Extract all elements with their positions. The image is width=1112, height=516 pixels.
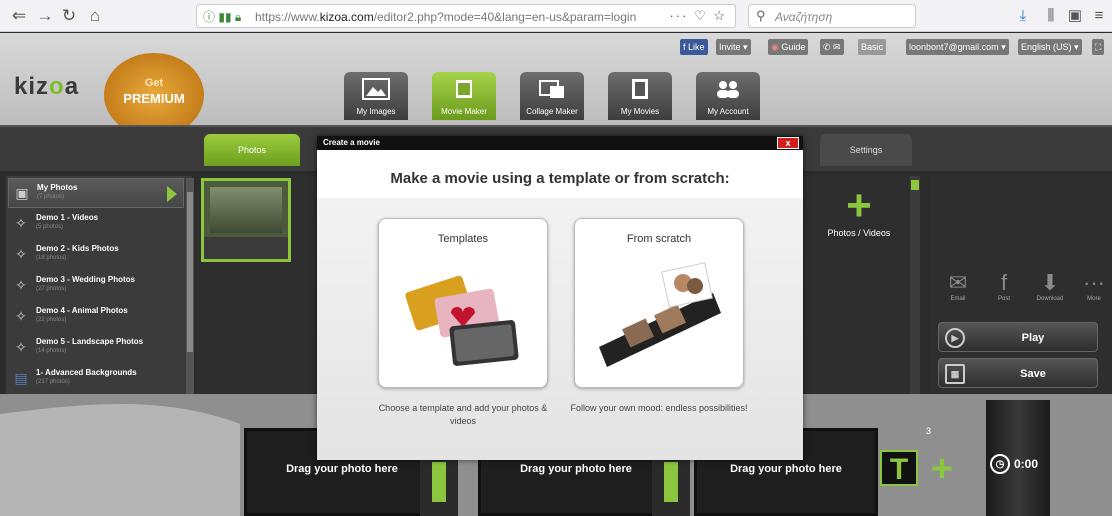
tab-collage-maker[interactable]: Collage Maker — [520, 72, 584, 120]
guide-button[interactable]: ◉ Guide — [768, 39, 809, 55]
photo-album-icon: ▣ — [15, 185, 29, 201]
search-icon: ⚲ — [756, 8, 766, 23]
background-icon: ▤ — [14, 370, 28, 386]
sidebar-icon[interactable]: ▣ — [1064, 6, 1086, 26]
account-email[interactable]: loonbont7@gmail.com ▾ — [906, 39, 1009, 55]
close-button[interactable]: x — [777, 137, 799, 149]
save-button[interactable]: ▦ Save — [938, 358, 1098, 388]
templates-illustration — [405, 275, 519, 366]
dialog-header: Create a movie — [317, 136, 803, 150]
album-scrollbar[interactable] — [186, 178, 194, 396]
templates-description: Choose a template and add your photos & … — [378, 403, 548, 426]
browser-toolbar: ⇐ → ↻ ⌂ ⓘ ▮▮ 🔒︎ https://www.kizoa.com/ed… — [0, 0, 1112, 32]
guide-icon: ◉ — [771, 42, 779, 52]
album-item-demo-wedding[interactable]: ✧ Demo 3 - Wedding Photos (27 photos) — [8, 271, 184, 301]
from-scratch-description: Follow your own mood: endless possibilit… — [570, 403, 748, 413]
forward-icon[interactable]: → — [34, 5, 56, 27]
album-item-demo-landscape[interactable]: ✧ Demo 5 - Landscape Photos (14 photos) — [8, 333, 184, 363]
url-bar[interactable]: ⓘ ▮▮ 🔒︎ https://www.kizoa.com/editor2.ph… — [196, 4, 736, 28]
tab-my-account[interactable]: My Account — [696, 72, 760, 120]
tab-my-movies[interactable]: My Movies — [608, 72, 672, 120]
slide-counter: 3 — [926, 426, 932, 436]
star-icon: ✧ — [15, 277, 27, 293]
dialog-title: Make a movie using a template or from sc… — [390, 170, 730, 187]
library-icon[interactable]: ⫼ — [1040, 6, 1062, 26]
tab-photos[interactable]: Photos — [204, 134, 300, 166]
tab-my-images[interactable]: My Images — [344, 72, 408, 120]
add-slide-button[interactable]: + — [924, 450, 960, 488]
add-photos-videos-button[interactable]: + Photos / Videos — [816, 184, 902, 258]
home-icon[interactable]: ⌂ — [84, 5, 106, 27]
download-icon[interactable]: ⤓ — [1012, 6, 1034, 26]
album-item-advanced-backgrounds[interactable]: ▤ 1- Advanced Backgrounds (217 photos) — [8, 364, 184, 394]
album-item-demo-kids[interactable]: ✧ Demo 2 - Kids Photos (18 photos) — [8, 240, 184, 270]
lock-icon: ⓘ ▮▮ 🔒︎ — [203, 10, 242, 24]
film-icon — [456, 80, 472, 98]
clock-icon: ◷ — [990, 454, 1010, 474]
url-text: https://www.kizoa.com/editor2.php?mode=4… — [255, 10, 637, 24]
more-button[interactable]: ··· More — [1076, 270, 1112, 308]
post-share-button[interactable]: f Post — [986, 270, 1022, 308]
download-arrow-icon: ⬇ — [1040, 270, 1060, 295]
create-movie-dialog: Create a movie x Make a movie using a te… — [317, 136, 803, 460]
star-icon: ✧ — [15, 339, 27, 355]
fullscreen-icon[interactable]: ⛶ — [1092, 39, 1105, 55]
reload-icon[interactable]: ↻ — [58, 5, 80, 27]
star-icon: ✧ — [15, 215, 27, 231]
kizoa-logo[interactable]: kizoa — [14, 73, 79, 101]
movie-reel-icon — [632, 79, 648, 99]
from-scratch-option[interactable]: From scratch — [574, 218, 744, 388]
play-button[interactable]: ▶ Play — [938, 322, 1098, 352]
facebook-icon: f — [1000, 270, 1008, 295]
album-item-my-photos[interactable]: ▣ My Photos (7 photos) — [8, 178, 184, 208]
photo-scrollbar[interactable] — [910, 176, 920, 394]
contact-button[interactable]: ✆ ✉ — [820, 39, 844, 55]
tab-movie-maker[interactable]: Movie Maker — [432, 72, 496, 120]
users-icon — [717, 81, 739, 98]
menu-icon[interactable]: ≡ — [1088, 6, 1110, 26]
tab-settings[interactable]: Settings — [820, 134, 912, 166]
photo-image — [210, 187, 282, 233]
email-icon: ✉ — [948, 270, 968, 295]
search-input[interactable]: ⚲ Αναζήτηση — [748, 4, 916, 28]
language-select[interactable]: English (US) ▾ — [1018, 39, 1082, 55]
photo-thumbnail[interactable] — [201, 178, 291, 262]
text-tool-button[interactable]: T — [880, 450, 918, 486]
url-actions[interactable]: ··· ♡ ☆ — [669, 8, 727, 24]
invite-button[interactable]: Invite ▾ — [716, 39, 751, 55]
image-icon — [362, 78, 390, 100]
album-list: ▣ My Photos (7 photos) ✧ Demo 1 - Videos… — [6, 176, 192, 394]
email-share-button[interactable]: ✉ Email — [940, 270, 976, 308]
star-icon: ✧ — [15, 246, 27, 262]
templates-option[interactable]: Templates — [378, 218, 548, 388]
facebook-like-button[interactable]: f Like — [680, 39, 708, 55]
album-item-demo-videos[interactable]: ✧ Demo 1 - Videos (5 photos) — [8, 209, 184, 239]
album-item-demo-animal[interactable]: ✧ Demo 4 - Animal Photos (22 photos) — [8, 302, 184, 332]
duration-display: ◷ 0:00 — [990, 452, 1048, 478]
back-icon[interactable]: ⇐ — [8, 5, 30, 27]
plus-icon: + — [846, 181, 872, 230]
timeline-decoration — [0, 404, 240, 516]
play-arrow-icon — [167, 186, 177, 202]
star-icon: ✧ — [15, 308, 27, 324]
film-strip-illustration — [599, 262, 721, 367]
account-type-badge: Basic — [858, 39, 887, 55]
more-icon: ··· — [1083, 270, 1105, 295]
collage-icon — [539, 80, 564, 98]
download-button[interactable]: ⬇ Download — [1032, 270, 1068, 308]
